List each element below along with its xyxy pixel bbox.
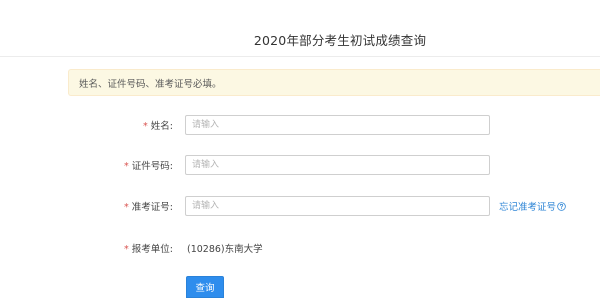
required-fields-alert: 姓名、证件号码、准考证号必填。	[68, 69, 600, 96]
id-number-label-text: 证件号码:	[131, 161, 173, 172]
id-number-label: * 证件号码:	[124, 158, 173, 172]
required-mark: *	[124, 161, 129, 172]
id-number-row: * 证件号码:	[0, 155, 600, 175]
admission-number-label-text: 准考证号:	[131, 202, 173, 213]
admission-number-label: * 准考证号:	[124, 199, 173, 213]
exam-unit-label: * 报考单位:	[124, 241, 173, 255]
required-mark: *	[124, 202, 129, 213]
admission-number-input[interactable]	[185, 196, 490, 216]
exam-unit-row: * 报考单位: (10286)东南大学	[0, 238, 600, 258]
question-circle-icon	[557, 201, 566, 211]
id-number-input[interactable]	[185, 155, 490, 175]
query-button[interactable]: 查询	[186, 276, 224, 298]
name-label-text: 姓名:	[150, 121, 173, 132]
name-input[interactable]	[185, 115, 490, 135]
exam-unit-value: (10286)东南大学	[187, 244, 263, 255]
forgot-admission-number-link[interactable]: 忘记准考证号	[499, 199, 566, 213]
required-mark: *	[143, 121, 148, 132]
name-label: * 姓名:	[143, 118, 173, 132]
alert-message: 姓名、证件号码、准考证号必填。	[79, 79, 222, 90]
page-header: 2020年部分考生初试成绩查询	[0, 0, 600, 57]
exam-unit-label-text: 报考单位:	[131, 244, 173, 255]
name-row: * 姓名:	[0, 115, 600, 135]
required-mark: *	[124, 244, 129, 255]
page-title: 2020年部分考生初试成绩查询	[253, 33, 427, 48]
forgot-admission-number-text: 忘记准考证号	[499, 202, 557, 213]
admission-number-row: *准考证号: 忘记准考证号	[0, 196, 600, 216]
